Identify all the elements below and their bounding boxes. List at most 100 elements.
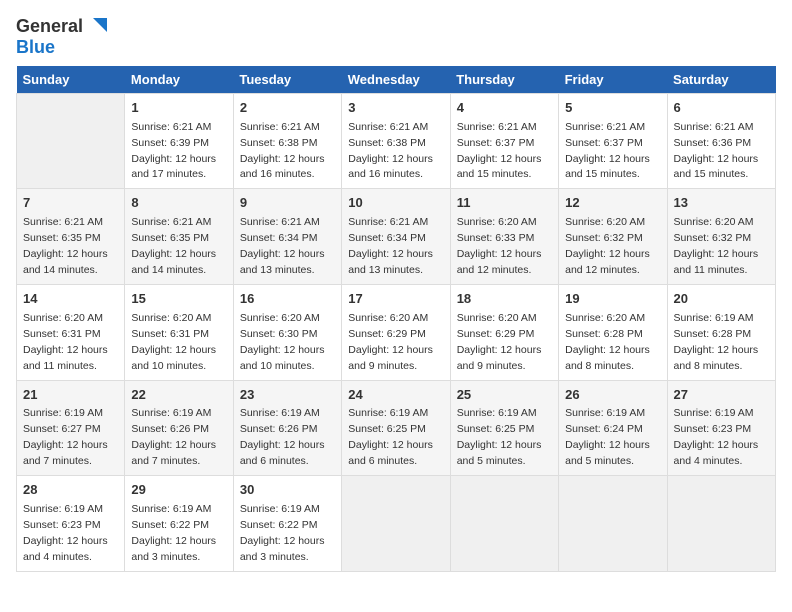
day-info: Sunrise: 6:20 AMSunset: 6:29 PMDaylight:… bbox=[457, 312, 542, 372]
calendar-cell bbox=[559, 476, 667, 572]
logo: General Blue bbox=[16, 16, 107, 58]
calendar-cell: 12 Sunrise: 6:20 AMSunset: 6:32 PMDayligh… bbox=[559, 189, 667, 285]
day-info: Sunrise: 6:21 AMSunset: 6:37 PMDaylight:… bbox=[457, 121, 542, 181]
day-info: Sunrise: 6:19 AMSunset: 6:22 PMDaylight:… bbox=[131, 503, 216, 563]
day-info: Sunrise: 6:19 AMSunset: 6:24 PMDaylight:… bbox=[565, 407, 650, 467]
page-header: General Blue bbox=[16, 16, 776, 58]
calendar-cell: 11 Sunrise: 6:20 AMSunset: 6:33 PMDayligh… bbox=[450, 189, 558, 285]
calendar-cell: 15Sunrise: 6:20 AMSunset: 6:31 PMDayligh… bbox=[125, 284, 233, 380]
day-number: 30 bbox=[240, 481, 335, 500]
day-info: Sunrise: 6:19 AMSunset: 6:23 PMDaylight:… bbox=[674, 407, 759, 467]
header-saturday: Saturday bbox=[667, 66, 775, 94]
header-friday: Friday bbox=[559, 66, 667, 94]
day-number: 11 bbox=[457, 194, 552, 213]
day-number: 16 bbox=[240, 290, 335, 309]
day-info: Sunrise: 6:20 AMSunset: 6:29 PMDaylight:… bbox=[348, 312, 433, 372]
day-number: 6 bbox=[674, 99, 769, 118]
header-monday: Monday bbox=[125, 66, 233, 94]
day-info: Sunrise: 6:21 AMSunset: 6:38 PMDaylight:… bbox=[348, 121, 433, 181]
header-thursday: Thursday bbox=[450, 66, 558, 94]
day-number: 17 bbox=[348, 290, 443, 309]
day-number: 13 bbox=[674, 194, 769, 213]
calendar-table: SundayMondayTuesdayWednesdayThursdayFrid… bbox=[16, 66, 776, 572]
day-number: 29 bbox=[131, 481, 226, 500]
calendar-cell: 22 Sunrise: 6:19 AMSunset: 6:26 PMDayligh… bbox=[125, 380, 233, 476]
calendar-cell: 2 Sunrise: 6:21 AMSunset: 6:38 PMDaylight… bbox=[233, 93, 341, 189]
day-info: Sunrise: 6:20 AMSunset: 6:31 PMDaylight:… bbox=[23, 312, 108, 372]
calendar-cell: 13 Sunrise: 6:20 AMSunset: 6:32 PMDayligh… bbox=[667, 189, 775, 285]
day-number: 3 bbox=[348, 99, 443, 118]
calendar-cell bbox=[667, 476, 775, 572]
day-number: 18 bbox=[457, 290, 552, 309]
day-info: Sunrise: 6:19 AMSunset: 6:23 PMDaylight:… bbox=[23, 503, 108, 563]
day-info: Sunrise: 6:20 AMSunset: 6:32 PMDaylight:… bbox=[674, 216, 759, 276]
day-number: 14 bbox=[23, 290, 118, 309]
calendar-cell: 27 Sunrise: 6:19 AMSunset: 6:23 PMDayligh… bbox=[667, 380, 775, 476]
header-tuesday: Tuesday bbox=[233, 66, 341, 94]
calendar-cell bbox=[17, 93, 125, 189]
day-info: Sunrise: 6:21 AMSunset: 6:36 PMDaylight:… bbox=[674, 121, 759, 181]
calendar-cell: 4 Sunrise: 6:21 AMSunset: 6:37 PMDaylight… bbox=[450, 93, 558, 189]
day-number: 4 bbox=[457, 99, 552, 118]
calendar-cell: 19 Sunrise: 6:20 AMSunset: 6:28 PMDayligh… bbox=[559, 284, 667, 380]
day-info: Sunrise: 6:20 AMSunset: 6:33 PMDaylight:… bbox=[457, 216, 542, 276]
day-info: Sunrise: 6:19 AMSunset: 6:27 PMDaylight:… bbox=[23, 407, 108, 467]
day-info: Sunrise: 6:21 AMSunset: 6:34 PMDaylight:… bbox=[240, 216, 325, 276]
day-info: Sunrise: 6:21 AMSunset: 6:38 PMDaylight:… bbox=[240, 121, 325, 181]
day-number: 15 bbox=[131, 290, 226, 309]
day-info: Sunrise: 6:21 AMSunset: 6:34 PMDaylight:… bbox=[348, 216, 433, 276]
day-number: 26 bbox=[565, 386, 660, 405]
day-number: 7 bbox=[23, 194, 118, 213]
day-info: Sunrise: 6:19 AMSunset: 6:22 PMDaylight:… bbox=[240, 503, 325, 563]
day-info: Sunrise: 6:20 AMSunset: 6:30 PMDaylight:… bbox=[240, 312, 325, 372]
day-number: 12 bbox=[565, 194, 660, 213]
calendar-cell: 25 Sunrise: 6:19 AMSunset: 6:25 PMDayligh… bbox=[450, 380, 558, 476]
day-number: 9 bbox=[240, 194, 335, 213]
calendar-cell: 21Sunrise: 6:19 AMSunset: 6:27 PMDayligh… bbox=[17, 380, 125, 476]
header-sunday: Sunday bbox=[17, 66, 125, 94]
day-number: 23 bbox=[240, 386, 335, 405]
day-number: 2 bbox=[240, 99, 335, 118]
calendar-cell: 16 Sunrise: 6:20 AMSunset: 6:30 PMDayligh… bbox=[233, 284, 341, 380]
calendar-cell: 30 Sunrise: 6:19 AMSunset: 6:22 PMDayligh… bbox=[233, 476, 341, 572]
day-number: 28 bbox=[23, 481, 118, 500]
day-number: 22 bbox=[131, 386, 226, 405]
calendar-cell: 24 Sunrise: 6:19 AMSunset: 6:25 PMDayligh… bbox=[342, 380, 450, 476]
day-info: Sunrise: 6:21 AMSunset: 6:39 PMDaylight:… bbox=[131, 121, 216, 181]
calendar-cell: 3 Sunrise: 6:21 AMSunset: 6:38 PMDaylight… bbox=[342, 93, 450, 189]
calendar-cell: 10 Sunrise: 6:21 AMSunset: 6:34 PMDayligh… bbox=[342, 189, 450, 285]
day-number: 1 bbox=[131, 99, 226, 118]
day-info: Sunrise: 6:19 AMSunset: 6:25 PMDaylight:… bbox=[348, 407, 433, 467]
calendar-cell: 26 Sunrise: 6:19 AMSunset: 6:24 PMDayligh… bbox=[559, 380, 667, 476]
day-number: 20 bbox=[674, 290, 769, 309]
day-info: Sunrise: 6:20 AMSunset: 6:32 PMDaylight:… bbox=[565, 216, 650, 276]
calendar-cell bbox=[342, 476, 450, 572]
day-number: 19 bbox=[565, 290, 660, 309]
day-number: 25 bbox=[457, 386, 552, 405]
calendar-cell: 28 Sunrise: 6:19 AMSunset: 6:23 PMDayligh… bbox=[17, 476, 125, 572]
day-number: 27 bbox=[674, 386, 769, 405]
calendar-cell: 14 Sunrise: 6:20 AMSunset: 6:31 PMDayligh… bbox=[17, 284, 125, 380]
day-info: Sunrise: 6:20 AMSunset: 6:28 PMDaylight:… bbox=[565, 312, 650, 372]
day-info: Sunrise: 6:19 AMSunset: 6:25 PMDaylight:… bbox=[457, 407, 542, 467]
day-info: Sunrise: 6:21 AMSunset: 6:35 PMDaylight:… bbox=[131, 216, 216, 276]
calendar-cell: 23Sunrise: 6:19 AMSunset: 6:26 PMDayligh… bbox=[233, 380, 341, 476]
day-number: 24 bbox=[348, 386, 443, 405]
day-number: 8 bbox=[131, 194, 226, 213]
day-info: Sunrise: 6:19 AMSunset: 6:28 PMDaylight:… bbox=[674, 312, 759, 372]
calendar-cell: 17 Sunrise: 6:20 AMSunset: 6:29 PMDayligh… bbox=[342, 284, 450, 380]
day-info: Sunrise: 6:21 AMSunset: 6:37 PMDaylight:… bbox=[565, 121, 650, 181]
day-number: 5 bbox=[565, 99, 660, 118]
calendar-cell: 8 Sunrise: 6:21 AMSunset: 6:35 PMDaylight… bbox=[125, 189, 233, 285]
calendar-cell bbox=[450, 476, 558, 572]
calendar-cell: 29 Sunrise: 6:19 AMSunset: 6:22 PMDayligh… bbox=[125, 476, 233, 572]
day-number: 10 bbox=[348, 194, 443, 213]
calendar-cell: 20 Sunrise: 6:19 AMSunset: 6:28 PMDayligh… bbox=[667, 284, 775, 380]
calendar-cell: 9 Sunrise: 6:21 AMSunset: 6:34 PMDaylight… bbox=[233, 189, 341, 285]
calendar-cell: 1 Sunrise: 6:21 AMSunset: 6:39 PMDaylight… bbox=[125, 93, 233, 189]
header-wednesday: Wednesday bbox=[342, 66, 450, 94]
day-info: Sunrise: 6:21 AMSunset: 6:35 PMDaylight:… bbox=[23, 216, 108, 276]
calendar-cell: 18 Sunrise: 6:20 AMSunset: 6:29 PMDayligh… bbox=[450, 284, 558, 380]
day-info: Sunrise: 6:19 AMSunset: 6:26 PMDaylight:… bbox=[131, 407, 216, 467]
calendar-cell: 7 Sunrise: 6:21 AMSunset: 6:35 PMDaylight… bbox=[17, 189, 125, 285]
